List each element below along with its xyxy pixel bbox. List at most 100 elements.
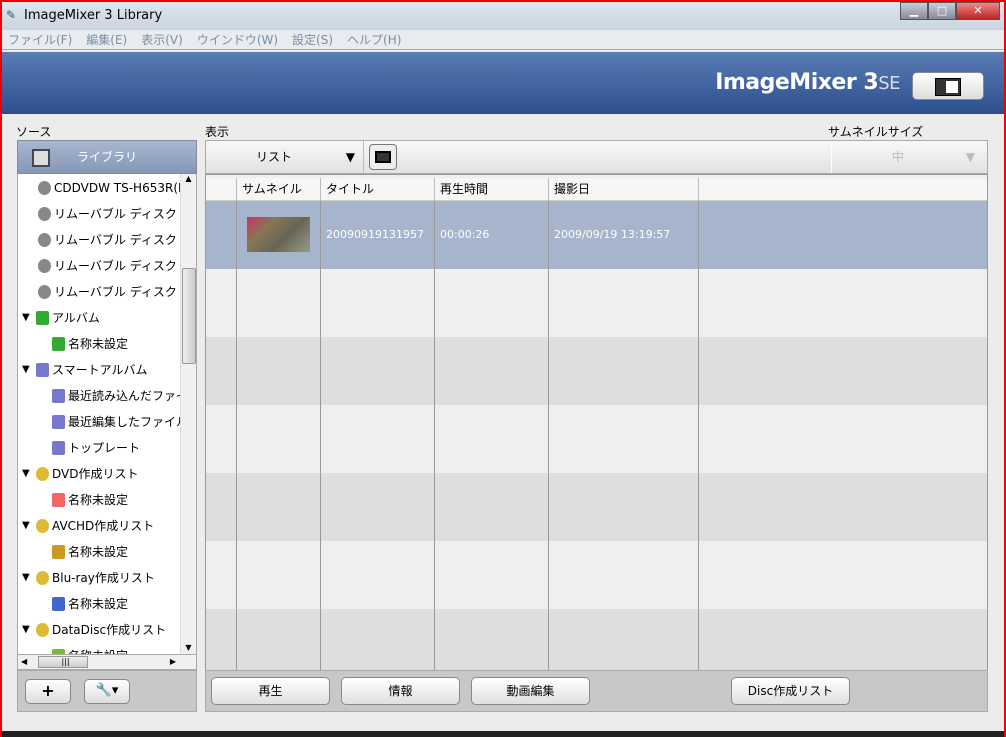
library-icon — [32, 149, 50, 167]
tree-item[interactable]: ▼ AVCHD作成リスト — [22, 515, 154, 537]
album-icon — [52, 337, 65, 351]
table-row-empty[interactable] — [206, 609, 987, 677]
info-button[interactable]: 情報 — [341, 677, 460, 705]
expand-arrow-icon[interactable]: ▼ — [22, 515, 36, 537]
table-row-empty[interactable] — [206, 473, 987, 541]
tree-item[interactable]: リムーバブル ディスク (G — [38, 229, 195, 251]
menu-help[interactable]: ヘルプ(H) — [347, 31, 401, 48]
tree-item[interactable]: CDDVDW TS-H653R(E:) — [38, 177, 194, 199]
tree-item[interactable]: トップレート — [52, 437, 140, 459]
tree-item[interactable]: リムーバブル ディスク (I — [38, 281, 189, 303]
tree-item[interactable]: リムーバブル ディスク (F — [38, 203, 192, 225]
scroll-thumb[interactable] — [182, 268, 196, 364]
disc-list-button[interactable]: Disc作成リスト — [731, 677, 850, 705]
file-list-table: サムネイル タイトル 再生時間 撮影日 20090919131957 00:00:… — [205, 174, 988, 677]
tree-item-label: リムーバブル ディスク (I — [54, 285, 189, 299]
tree-item[interactable]: 最近読み込んだファイ — [52, 385, 188, 407]
disc-icon — [36, 467, 49, 481]
tree-item-label: トップレート — [68, 441, 141, 455]
layout-toggle-button[interactable] — [912, 72, 984, 100]
tree-item-label: CDDVDW TS-H653R(E:) — [54, 181, 195, 195]
col-duration[interactable]: 再生時間 — [434, 178, 548, 201]
table-row-empty[interactable] — [206, 337, 987, 405]
edit-video-button[interactable]: 動画編集 — [471, 677, 590, 705]
tree-horizontal-scrollbar[interactable]: ◀ ||| ▶ — [17, 654, 197, 670]
source-toolbar: + 🔧▾ — [17, 670, 197, 712]
menu-view[interactable]: 表示(V) — [141, 31, 183, 48]
col-title[interactable]: タイトル — [320, 178, 434, 201]
thumb-size-dropdown[interactable]: 中 ▼ — [831, 141, 987, 173]
fullscreen-view-button[interactable] — [369, 144, 397, 170]
table-cell — [206, 405, 236, 473]
tree-vertical-scrollbar[interactable]: ▲ ▼ — [180, 174, 196, 654]
menu-file[interactable]: ファイル(F) — [8, 31, 72, 48]
smart-icon — [52, 415, 65, 429]
avchd-icon — [52, 545, 65, 559]
hscroll-thumb[interactable]: ||| — [38, 656, 88, 668]
expand-arrow-icon[interactable]: ▼ — [22, 567, 36, 589]
add-button[interactable]: + — [25, 679, 71, 704]
tree-item[interactable]: ▼ スマートアルバム — [22, 359, 148, 381]
maximize-button[interactable]: □ — [928, 2, 956, 20]
expand-arrow-icon[interactable]: ▼ — [22, 359, 36, 381]
tree-item[interactable]: 名称未設定 — [52, 645, 128, 654]
table-cell — [206, 473, 236, 541]
scroll-left-icon[interactable]: ◀ — [21, 657, 27, 666]
table-cell — [320, 269, 434, 337]
col-date[interactable]: 撮影日 — [548, 178, 698, 201]
table-cell — [698, 269, 988, 337]
scroll-up-icon[interactable]: ▲ — [181, 174, 196, 183]
tree-item[interactable]: 名称未設定 — [52, 333, 128, 355]
expand-arrow-icon[interactable]: ▼ — [22, 463, 36, 485]
disc-icon — [36, 571, 49, 585]
table-row-selected[interactable]: 20090919131957 00:00:26 2009/09/19 13:19:5… — [206, 201, 987, 269]
scroll-down-icon[interactable]: ▼ — [181, 643, 196, 652]
menu-window[interactable]: ウインドウ(W) — [197, 31, 278, 48]
table-row-empty[interactable] — [206, 405, 987, 473]
tree-item-label: 最近編集したファイル — [68, 415, 189, 429]
tools-menu-button[interactable]: 🔧▾ — [84, 679, 130, 704]
thumb-size-value: 中 — [892, 150, 905, 164]
expand-arrow-icon[interactable]: ▼ — [22, 619, 36, 641]
action-bar: 再生 情報 動画編集 Disc作成リスト — [205, 670, 988, 712]
tree-item[interactable]: リムーバブル ディスク (H — [38, 255, 194, 277]
tree-item[interactable]: ▼ DataDisc作成リスト — [22, 619, 166, 641]
drive-icon — [38, 259, 51, 273]
library-button[interactable]: ライブラリ — [17, 140, 197, 174]
tree-item[interactable]: ▼ Blu-ray作成リスト — [22, 567, 155, 589]
tree-item-label: 名称未設定 — [68, 545, 129, 559]
menu-settings[interactable]: 設定(S) — [292, 31, 333, 48]
tree-item[interactable]: ▼ DVD作成リスト — [22, 463, 138, 485]
source-tree[interactable]: 名称未設定▼DataDisc作成リスト名称未設定▼Blu-ray作成リスト名称未… — [17, 174, 197, 654]
tree-item-label: リムーバブル ディスク (G — [54, 233, 195, 247]
tree-item-label: リムーバブル ディスク (H — [54, 259, 195, 273]
col-thumbnail[interactable]: サムネイル — [236, 178, 320, 201]
menu-edit[interactable]: 編集(E) — [86, 31, 127, 48]
disc-icon — [36, 519, 49, 533]
monitor-icon — [375, 151, 391, 163]
video-thumbnail[interactable] — [247, 217, 310, 252]
tree-item[interactable]: 最近編集したファイル — [52, 411, 188, 433]
tree-item-label: 名称未設定 — [68, 493, 129, 507]
logo-main: ImageMixer 3 — [715, 70, 879, 95]
minimize-button[interactable]: ▁ — [900, 2, 928, 20]
tree-item-label: 名称未設定 — [68, 337, 129, 351]
tree-item[interactable]: 名称未設定 — [52, 489, 128, 511]
bluray-icon — [52, 597, 65, 611]
tree-item[interactable]: 名称未設定 — [52, 541, 128, 563]
table-row-empty[interactable] — [206, 269, 987, 337]
play-button[interactable]: 再生 — [211, 677, 330, 705]
tree-item[interactable]: 名称未設定 — [52, 593, 128, 615]
tree-item[interactable]: ▼ アルバム — [22, 307, 100, 329]
expand-arrow-icon[interactable]: ▼ — [22, 307, 36, 329]
view-toolbar: リスト ▼ 中 ▼ — [205, 140, 988, 174]
scroll-right-icon[interactable]: ▶ — [170, 657, 176, 666]
table-row-empty[interactable] — [206, 541, 987, 609]
tree-item-label: 名称未設定 — [68, 645, 128, 654]
view-mode-value: リスト — [256, 150, 293, 164]
view-mode-dropdown[interactable]: リスト ▼ — [206, 141, 364, 173]
table-cell — [206, 269, 236, 337]
app-window: ✎ ImageMixer 3 Library ▁ □ ✕ ファイル(F) 編集(… — [0, 0, 1006, 737]
menu-bar: ファイル(F) 編集(E) 表示(V) ウインドウ(W) 設定(S) ヘルプ(H… — [2, 30, 1004, 50]
close-button[interactable]: ✕ — [956, 2, 1000, 20]
